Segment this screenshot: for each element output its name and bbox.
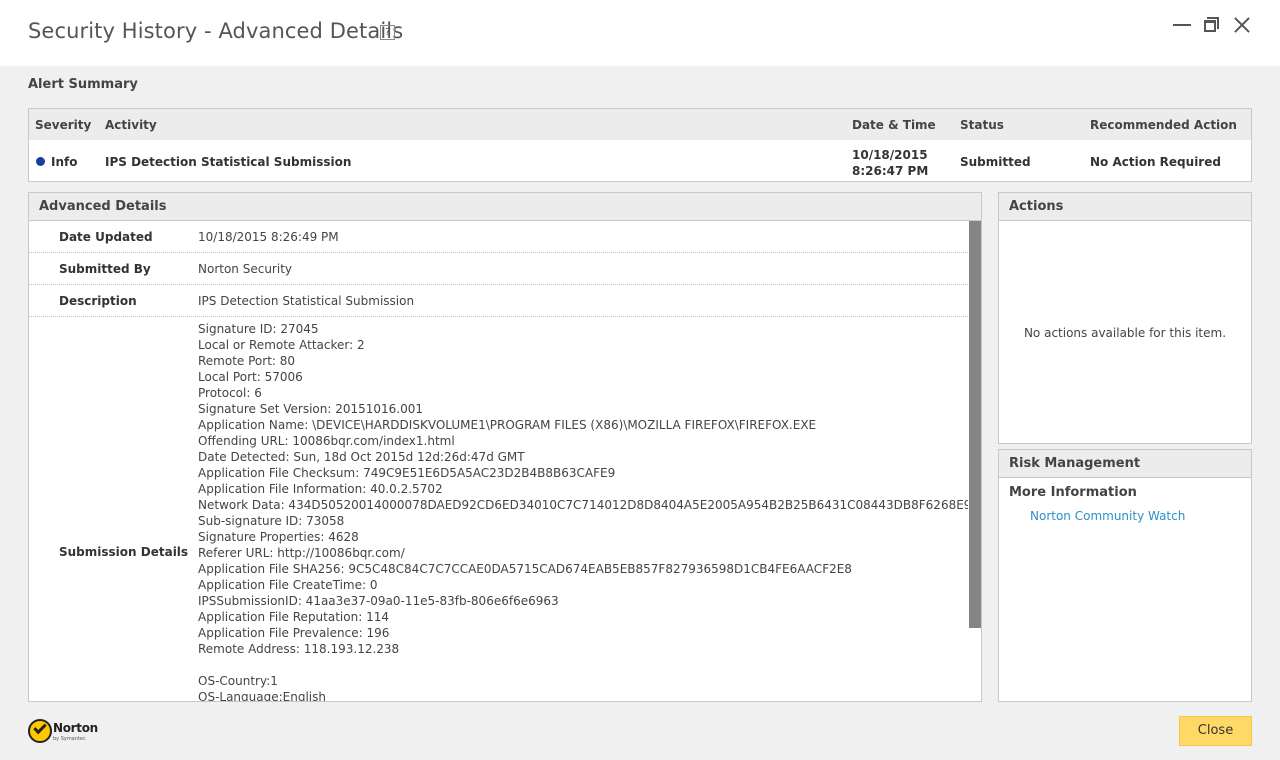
submission-line: Application File SHA256: 9C5C48C84C7C7CC… xyxy=(198,562,852,576)
close-button[interactable]: Close xyxy=(1179,716,1252,746)
column-header-activity: Activity xyxy=(105,118,157,132)
scrollbar-thumb[interactable] xyxy=(969,221,981,628)
detail-value: Norton Security xyxy=(198,262,292,276)
submission-line-blank xyxy=(198,657,968,673)
logo-brand-text: Norton xyxy=(53,721,98,735)
maximize-button[interactable] xyxy=(1198,12,1226,40)
submission-line: OS-Language:English xyxy=(198,690,326,702)
norton-logo: Norton by Symantec xyxy=(28,716,98,746)
title-bar: Security History - Advanced Details ? xyxy=(0,0,1280,66)
submission-line: Sub-signature ID: 73058 xyxy=(198,514,345,528)
severity-dot-icon xyxy=(36,157,45,166)
detail-value: IPS Detection Statistical Submission xyxy=(198,294,415,308)
detail-key: Submission Details xyxy=(59,545,189,559)
submission-line: Signature ID: 27045 xyxy=(198,322,319,336)
severity-value: Info xyxy=(51,155,78,169)
submission-line: Date Detected: Sun, 18d Oct 2015d 12d:26… xyxy=(198,450,525,464)
date-value: 10/18/2015 xyxy=(852,148,928,162)
submission-line: Signature Properties: 4628 xyxy=(198,530,359,544)
submission-line: Application File Information: 40.0.2.570… xyxy=(198,482,443,496)
submission-line: Remote Address: 118.193.12.238 xyxy=(198,642,400,656)
submission-line: Application File Checksum: 749C9E51E6D5A… xyxy=(198,466,616,480)
detail-value: 10/18/2015 8:26:49 PM xyxy=(198,230,339,244)
advanced-details-body[interactable]: Date Updated 10/18/2015 8:26:49 PM Submi… xyxy=(29,221,968,702)
submission-line: OS-Country:1 xyxy=(198,674,278,688)
submission-line: Offending URL: 10086bqr.com/index1.html xyxy=(198,434,455,448)
time-value: 8:26:47 PM xyxy=(852,164,929,178)
submission-line: Protocol: 6 xyxy=(198,386,262,400)
column-header-severity: Severity xyxy=(35,118,92,132)
table-header: Severity Activity Date & Time Status Rec… xyxy=(29,109,1251,140)
logo-sub-text: by Symantec xyxy=(53,736,86,742)
risk-management-title: Risk Management xyxy=(999,450,1251,478)
detail-row-submitted-by: Submitted By Norton Security xyxy=(29,253,968,285)
detail-key: Submitted By xyxy=(59,262,151,276)
datetime-value: 10/18/2015 8:26:47 PM xyxy=(852,147,928,179)
column-header-datetime: Date & Time xyxy=(852,118,936,132)
detail-row-date-updated: Date Updated 10/18/2015 8:26:49 PM xyxy=(29,221,968,253)
detail-key: Date Updated xyxy=(59,230,153,244)
advanced-details-panel: Advanced Details Date Updated 10/18/2015… xyxy=(28,192,982,702)
submission-line: Application File Reputation: 114 xyxy=(198,610,389,624)
no-actions-message: No actions available for this item. xyxy=(1023,326,1227,340)
submission-line: Application File Prevalence: 196 xyxy=(198,626,390,640)
help-icon[interactable]: ? xyxy=(380,25,395,40)
recommended-action-value: No Action Required xyxy=(1090,155,1221,169)
more-information-heading: More Information xyxy=(1009,485,1137,500)
submission-line: Remote Port: 80 xyxy=(198,354,296,368)
activity-value: IPS Detection Statistical Submission xyxy=(105,155,352,169)
submission-line: Network Data: 434D50520014000078DAED92CD… xyxy=(198,498,968,512)
submission-line: Application Name: \DEVICE\HARDDISKVOLUME… xyxy=(198,418,817,432)
alert-summary-label: Alert Summary xyxy=(28,77,138,92)
status-value: Submitted xyxy=(960,155,1031,169)
close-window-button[interactable] xyxy=(1229,12,1257,40)
submission-details-text: Signature ID: 27045 Local or Remote Atta… xyxy=(198,321,968,702)
advanced-details-title: Advanced Details xyxy=(29,193,981,221)
actions-title: Actions xyxy=(999,193,1251,221)
detail-key: Description xyxy=(59,294,137,308)
alert-summary-table: Severity Activity Date & Time Status Rec… xyxy=(28,108,1252,182)
actions-panel: Actions No actions available for this it… xyxy=(998,192,1252,444)
vertical-scrollbar[interactable] xyxy=(969,221,981,701)
column-header-status: Status xyxy=(960,118,1004,132)
submission-line: Signature Set Version: 20151016.001 xyxy=(198,402,424,416)
submission-line: IPSSubmissionID: 41aa3e37-09a0-11e5-83fb… xyxy=(198,594,559,608)
submission-line: Referer URL: http://10086bqr.com/ xyxy=(198,546,405,560)
submission-line: Local Port: 57006 xyxy=(198,370,303,384)
column-header-recommended-action: Recommended Action xyxy=(1090,118,1237,132)
submission-line: Local or Remote Attacker: 2 xyxy=(198,338,365,352)
submission-line: Application File CreateTime: 0 xyxy=(198,578,378,592)
minimize-button[interactable] xyxy=(1169,12,1197,40)
risk-management-panel: Risk Management More Information Norton … xyxy=(998,449,1252,702)
detail-row-description: Description IPS Detection Statistical Su… xyxy=(29,285,968,317)
norton-community-watch-link[interactable]: Norton Community Watch xyxy=(1030,509,1185,523)
window-title: Security History - Advanced Details xyxy=(28,19,404,43)
